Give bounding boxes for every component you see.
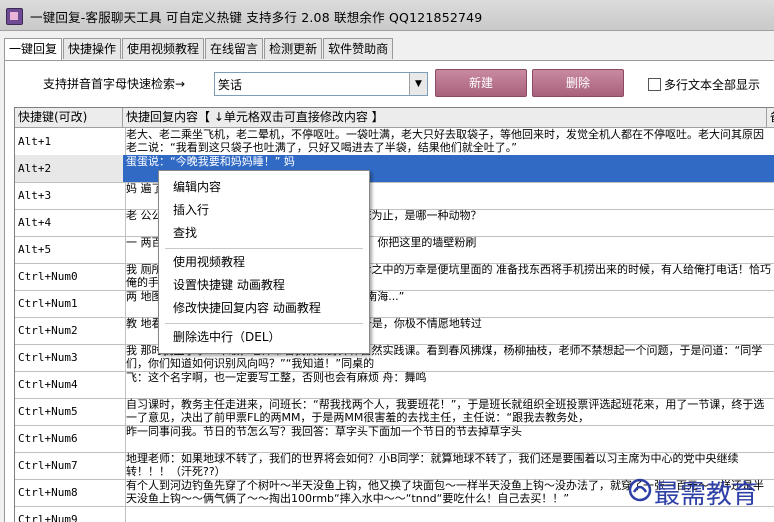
menu-separator xyxy=(165,323,363,324)
new-button[interactable]: 新建 xyxy=(435,69,527,97)
tab-online-message[interactable]: 在线留言 xyxy=(205,38,264,59)
tab-sponsors[interactable]: 软件赞助商 xyxy=(323,38,394,59)
hotkey-cell[interactable]: Ctrl+Num8 xyxy=(15,479,126,506)
content-cell[interactable]: 昨一同事问我。节日的节怎么写？我回答：草字头下面加一个节日的节去掉草字头 xyxy=(123,425,774,452)
table-row[interactable]: Alt+3 妈 遍了！” 穿的。”？ xyxy=(15,182,774,210)
hotkey-cell[interactable]: Ctrl+Num0 xyxy=(15,263,126,290)
chevron-down-icon[interactable]: ▼ xyxy=(409,73,427,95)
hotkey-cell[interactable]: Ctrl+Num9 xyxy=(15,506,126,522)
multiline-toggle[interactable]: 多行文本全部显示 xyxy=(648,76,760,93)
table-row[interactable]: Alt+4 老 公公出来时，它都会叫你起床，而且叫到你起床为止，是哪一种动物？ xyxy=(15,209,774,237)
title-bar: 一键回复-客服聊天工具 可自定义热键 支持多行 2.08 联想余作 QQ1218… xyxy=(0,0,774,31)
table-row[interactable]: Ctrl+Num0 我 厕所的时候不小心把手机掉到便坑里去了。不幸之中的万幸是便… xyxy=(15,263,774,291)
context-menu: 编辑内容 插入行 查找 使用视频教程 设置快捷键 动画教程 修改快捷回复内容 动… xyxy=(158,170,370,354)
column-header-content[interactable]: 快捷回复内容【 ↓单元格双击可直接修改内容 】 xyxy=(123,108,767,127)
hotkey-cell[interactable]: Alt+3 xyxy=(15,182,126,209)
window-title: 一键回复-客服聊天工具 可自定义热键 支持多行 2.08 联想余作 QQ1218… xyxy=(30,10,483,25)
hotkey-cell[interactable]: Ctrl+Num1 xyxy=(15,290,126,317)
content-cell[interactable]: 飞：这个名字啊，也一定要写工整，否则也会有麻烦 舟：舞鸣 xyxy=(123,371,774,398)
hotkey-cell[interactable]: Alt+1 xyxy=(15,128,126,155)
app-icon xyxy=(6,8,23,25)
search-label: 支持拼音首字母快速检索→ xyxy=(43,77,186,91)
table-row-selected[interactable]: Alt+2 蛋蛋说：“今晚我要和妈妈睡！” 妈 xyxy=(15,155,774,183)
watermark: 最需教育 xyxy=(654,480,759,510)
tab-quick-actions[interactable]: 快捷操作 xyxy=(63,38,122,59)
tab-bar: 一键回复 快捷操作 使用视频教程 在线留言 检测更新 软件赞助商 xyxy=(4,38,394,61)
menu-item-video-tutorial[interactable]: 使用视频教程 xyxy=(173,252,245,272)
multiline-checkbox[interactable] xyxy=(648,78,661,91)
content-cell[interactable]: 老大、老二乘坐飞机，老二晕机，不停呕吐。一袋吐满，老大只好去取袋子，等他回来时，… xyxy=(123,128,774,155)
menu-item-delete-row[interactable]: 删除选中行（DEL） xyxy=(173,327,281,347)
watermark-logo-icon xyxy=(628,478,652,502)
delete-button[interactable]: 删除 xyxy=(532,69,624,97)
table-row[interactable]: Ctrl+Num5 自习课时，教务主任走进来，问班长：“帮我找两个人，我要班花！… xyxy=(15,398,774,426)
hotkey-cell[interactable]: Ctrl+Num6 xyxy=(15,425,126,452)
hotkey-cell[interactable]: Alt+4 xyxy=(15,209,126,236)
menu-item-insert-row[interactable]: 插入行 xyxy=(173,200,209,220)
hotkey-cell[interactable]: Alt+2 xyxy=(15,155,126,182)
menu-separator xyxy=(165,248,363,249)
hotkey-cell[interactable]: Ctrl+Num2 xyxy=(15,317,126,344)
menu-item-hotkey-tutorial[interactable]: 设置快捷键 动画教程 xyxy=(173,275,285,295)
reply-table[interactable]: 快捷键(可改) 快捷回复内容【 ↓单元格双击可直接修改内容 】 备 Alt+1 … xyxy=(14,107,774,522)
table-row[interactable]: Ctrl+Num4 飞：这个名字啊，也一定要写工整，否则也会有麻烦 舟：舞鸣 xyxy=(15,371,774,399)
hotkey-cell[interactable]: Alt+5 xyxy=(15,236,126,263)
table-row[interactable]: Alt+5 一 两百元，我会为你做任何事情。”店主说：“好啊，你把这里的墙壁粉刷 xyxy=(15,236,774,264)
hotkey-cell[interactable]: Ctrl+Num5 xyxy=(15,398,126,425)
hotkey-cell[interactable]: Ctrl+Num4 xyxy=(15,371,126,398)
tab-one-click-reply[interactable]: 一键回复 xyxy=(4,38,63,61)
menu-item-edit-content[interactable]: 编辑内容 xyxy=(173,177,221,197)
hotkey-cell[interactable]: Ctrl+Num7 xyxy=(15,452,126,479)
table-row[interactable]: Ctrl+Num2 教 地看着教练，教练又大声说了一便：“报数！”于是，你极不情… xyxy=(15,317,774,345)
menu-item-find[interactable]: 查找 xyxy=(173,223,197,243)
hotkey-cell[interactable]: Ctrl+Num3 xyxy=(15,344,126,371)
column-header-note[interactable]: 备 xyxy=(767,108,774,127)
search-input[interactable] xyxy=(215,73,411,95)
menu-item-edit-reply-tutorial[interactable]: 修改快捷回复内容 动画教程 xyxy=(173,298,321,318)
search-combobox[interactable]: ▼ xyxy=(214,72,428,96)
table-row[interactable]: Ctrl+Num1 两 地图，甲：“我们先杀到天安门，然后再杀到中南海...” xyxy=(15,290,774,318)
table-row[interactable]: Alt+1 老大、老二乘坐飞机，老二晕机，不停呕吐。一袋吐满，老大只好去取袋子，… xyxy=(15,128,774,156)
table-row[interactable]: Ctrl+Num6 昨一同事问我。节日的节怎么写？我回答：草字头下面加一个节日的… xyxy=(15,425,774,453)
table-row[interactable]: Ctrl+Num3 我 那时我上小学一年级，老师带着我们去野外作自然实践课。看到… xyxy=(15,344,774,372)
tab-check-update[interactable]: 检测更新 xyxy=(264,38,323,59)
tab-video-tutorial[interactable]: 使用视频教程 xyxy=(122,38,205,59)
multiline-label: 多行文本全部显示 xyxy=(664,78,761,92)
column-header-hotkey[interactable]: 快捷键(可改) xyxy=(15,108,123,127)
content-cell[interactable]: 自习课时，教务主任走进来，问班长：“帮我找两个人，我要班花！”，于是班长就组织全… xyxy=(123,398,774,425)
table-header: 快捷键(可改) 快捷回复内容【 ↓单元格双击可直接修改内容 】 备 xyxy=(15,108,774,128)
